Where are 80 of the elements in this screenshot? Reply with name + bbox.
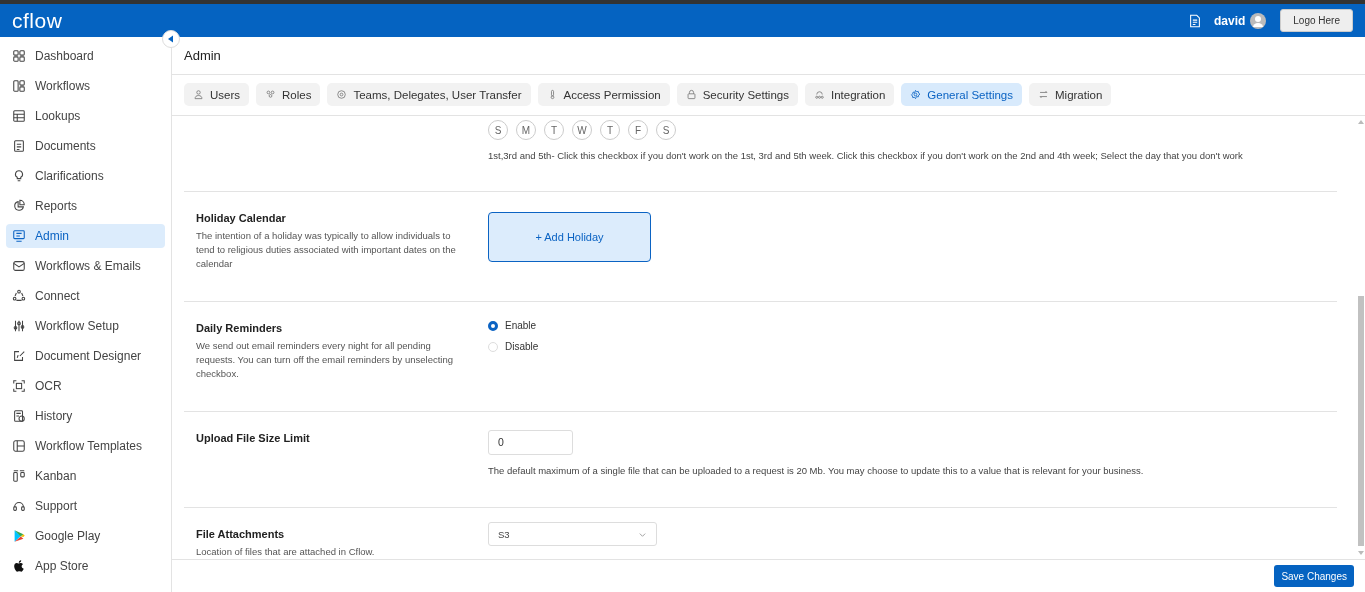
tab[interactable]: Integration bbox=[804, 83, 895, 106]
weekday-note: 1st,3rd and 5th- Click this checkbox if you don't work on the 1st, 3rd and 5th week. Click this checkbox if you don't work on the 2nd and 4th week; Select the day that you don't work bbox=[488, 150, 1244, 161]
sidebar-item[interactable]: History bbox=[6, 404, 165, 428]
sidebar-item[interactable]: Documents bbox=[6, 134, 165, 158]
section-title: Daily Reminders bbox=[196, 322, 284, 334]
sidebar-item[interactable]: Clarifications bbox=[6, 164, 165, 188]
weekday-toggle[interactable]: S bbox=[656, 120, 676, 140]
triangle-left-icon bbox=[167, 35, 175, 43]
radio-label[interactable]: Disable bbox=[505, 341, 539, 352]
swap-icon bbox=[1038, 89, 1049, 100]
section-title: Upload File Size Limit bbox=[196, 432, 311, 444]
settings-icon bbox=[910, 89, 922, 100]
pie-chart-icon bbox=[12, 199, 26, 213]
lightbulb-icon bbox=[12, 169, 26, 183]
logo: cflow bbox=[12, 8, 63, 33]
document-icon bbox=[12, 139, 26, 153]
sidebar-item[interactable]: Workflows bbox=[6, 74, 165, 98]
sidebar-item[interactable]: Workflow Setup bbox=[6, 314, 165, 338]
page-title: Admin bbox=[172, 37, 1365, 75]
weekday-toggle[interactable]: F bbox=[628, 120, 648, 140]
logo-button[interactable]: Logo Here bbox=[1280, 9, 1353, 32]
sidebar-item[interactable]: App Store bbox=[6, 554, 165, 578]
users-icon bbox=[265, 89, 277, 100]
weekday-toggle[interactable]: W bbox=[572, 120, 592, 140]
sidebar-item[interactable]: Dashboard bbox=[6, 44, 165, 68]
save-button[interactable]: Save Changes bbox=[1274, 565, 1354, 587]
sidebar-item[interactable]: Lookups bbox=[6, 104, 165, 128]
section-description: We send out email reminders every night for all pending requests. You can turn off the email reminders by unselecting checkbox. bbox=[196, 339, 454, 381]
template-icon bbox=[12, 439, 26, 453]
user-name[interactable]: david bbox=[1213, 13, 1246, 28]
table-icon bbox=[12, 109, 26, 123]
sliders-icon bbox=[12, 319, 26, 333]
input-field[interactable]: 0 bbox=[488, 429, 573, 455]
tab[interactable]: General Settings bbox=[901, 83, 1022, 106]
section-description: The intention of a holiday was typically to allow individuals to tend to religious duties associated with important dates on the calendar bbox=[196, 229, 457, 271]
weekday-toggle[interactable]: T bbox=[600, 120, 620, 140]
tab[interactable]: Security Settings bbox=[676, 83, 798, 106]
tab[interactable]: Teams, Delegates, User Transfer bbox=[327, 83, 531, 106]
monitor-icon bbox=[12, 229, 26, 243]
sidebar-item[interactable]: Support bbox=[6, 494, 165, 518]
add-holiday-button[interactable]: + Add Holiday bbox=[488, 212, 651, 262]
weekday-toggle[interactable]: T bbox=[544, 120, 564, 140]
tab[interactable]: Roles bbox=[256, 83, 321, 106]
avatar-icon[interactable] bbox=[1250, 12, 1267, 29]
weekday-toggle[interactable]: M bbox=[516, 120, 536, 140]
sidebar-item[interactable]: Document Designer bbox=[6, 344, 165, 368]
layout-icon bbox=[12, 79, 26, 93]
document-icon[interactable] bbox=[1187, 13, 1202, 28]
section-description: Location of files that are attached in Cflow. bbox=[196, 545, 376, 559]
sidebar-item[interactable]: Google Play bbox=[6, 524, 165, 548]
envelope-icon bbox=[12, 259, 26, 273]
sidebar-item[interactable]: Kanban bbox=[6, 464, 165, 488]
sidebar-item[interactable]: Connect bbox=[6, 284, 165, 308]
radio-label[interactable]: Enable bbox=[505, 320, 537, 331]
play-store-icon bbox=[12, 529, 26, 543]
scan-icon bbox=[12, 379, 26, 393]
section-title: File Attachments bbox=[196, 528, 286, 540]
tab[interactable]: Access Permission bbox=[537, 83, 670, 106]
dropdown-field[interactable]: S3 bbox=[488, 522, 657, 546]
sidebar-item[interactable]: OCR bbox=[6, 374, 165, 398]
headset-icon bbox=[12, 499, 26, 513]
user-icon bbox=[193, 89, 204, 100]
tab[interactable]: Users bbox=[184, 83, 250, 106]
sidebar-item[interactable]: Workflow Templates bbox=[6, 434, 165, 458]
weekday-toggle[interactable]: S bbox=[488, 120, 508, 140]
history-icon bbox=[12, 409, 26, 423]
grid-icon bbox=[12, 49, 26, 63]
edit-icon bbox=[12, 349, 26, 363]
section-title: Holiday Calendar bbox=[196, 212, 287, 224]
sidebar-item[interactable]: Reports bbox=[6, 194, 165, 218]
tab[interactable]: Migration bbox=[1029, 83, 1112, 106]
kanban-icon bbox=[12, 469, 26, 483]
radio-button[interactable] bbox=[488, 320, 498, 331]
scrollbar-thumb[interactable] bbox=[1358, 296, 1364, 546]
sidebar-item[interactable]: Admin bbox=[6, 224, 165, 248]
sidebar-item[interactable]: Workflows & Emails bbox=[6, 254, 165, 278]
network-icon bbox=[12, 289, 26, 303]
apple-icon bbox=[12, 559, 26, 573]
field-note: The default maximum of a single file that can be uploaded to a request is 20 Mb. You may choose to update this to a value that is relevant for your business. bbox=[488, 464, 1145, 476]
lock-icon bbox=[685, 89, 697, 100]
